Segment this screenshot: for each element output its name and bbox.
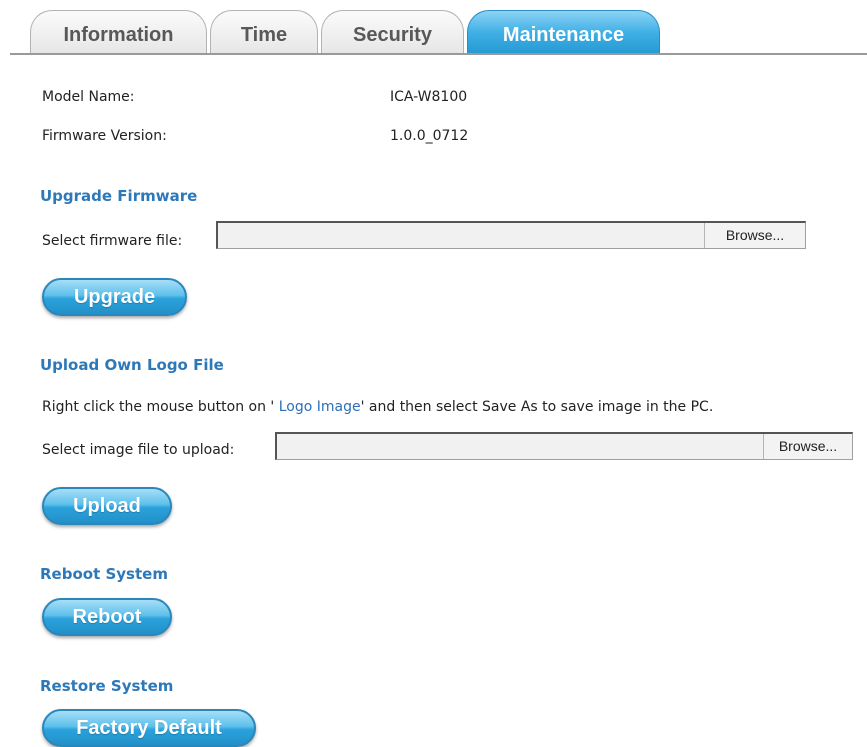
tab-information[interactable]: Information bbox=[30, 10, 207, 54]
upload-button[interactable]: Upload bbox=[42, 487, 172, 525]
reboot-system-title: Reboot System bbox=[40, 565, 168, 583]
tab-divider bbox=[10, 53, 867, 55]
logo-hint-text: Right click the mouse button on ' Logo I… bbox=[42, 399, 713, 415]
upgrade-button[interactable]: Upgrade bbox=[42, 278, 187, 316]
logo-hint-prefix: Right click the mouse button on ' bbox=[42, 399, 275, 415]
firmware-file-input[interactable]: Browse... bbox=[216, 221, 806, 249]
image-browse-button[interactable]: Browse... bbox=[763, 434, 852, 459]
tab-time[interactable]: Time bbox=[210, 10, 318, 54]
model-name-label: Model Name: bbox=[42, 89, 135, 105]
upload-logo-title: Upload Own Logo File bbox=[40, 356, 224, 374]
firmware-file-label: Select firmware file: bbox=[42, 233, 183, 249]
firmware-version-label: Firmware Version: bbox=[42, 128, 167, 144]
firmware-browse-button[interactable]: Browse... bbox=[704, 223, 805, 248]
image-file-path[interactable] bbox=[277, 434, 752, 459]
image-file-label: Select image file to upload: bbox=[42, 442, 235, 458]
factory-default-button[interactable]: Factory Default bbox=[42, 709, 256, 747]
image-file-input[interactable]: Browse... bbox=[275, 432, 853, 460]
tab-maintenance[interactable]: Maintenance bbox=[467, 10, 660, 54]
model-name-value: ICA-W8100 bbox=[390, 89, 468, 105]
firmware-file-path[interactable] bbox=[218, 223, 705, 248]
logo-hint-suffix: ' and then select Save As to save image … bbox=[360, 399, 714, 415]
restore-system-title: Restore System bbox=[40, 677, 174, 695]
reboot-button[interactable]: Reboot bbox=[42, 598, 172, 636]
tab-security[interactable]: Security bbox=[321, 10, 464, 54]
logo-image-link[interactable]: Logo Image bbox=[274, 399, 361, 415]
upgrade-firmware-title: Upgrade Firmware bbox=[40, 187, 198, 205]
firmware-version-value: 1.0.0_0712 bbox=[390, 128, 469, 144]
